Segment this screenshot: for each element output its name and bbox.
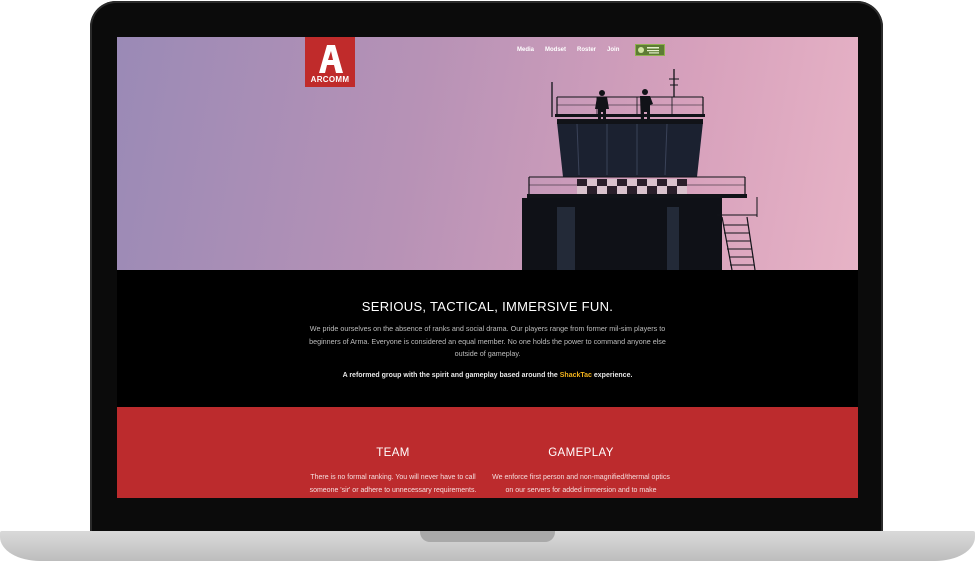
nav-item-modset[interactable]: Modset	[545, 45, 566, 57]
control-tower-silhouette	[522, 69, 758, 270]
laptop-notch	[420, 531, 555, 542]
steam-badge-graphic	[638, 47, 659, 54]
nav-item-join[interactable]: Join	[607, 45, 619, 57]
shacktac-link[interactable]: ShackTac	[560, 372, 592, 379]
hero-banner: ARCOMM Media Modset Roster Join	[117, 37, 858, 270]
intro-description: We pride ourselves on the absence of ran…	[309, 324, 666, 358]
arcomm-logo[interactable]: ARCOMM	[305, 37, 355, 87]
intro-section: SERIOUS, TACTICAL, IMMERSIVE FUN. We pri…	[117, 270, 858, 407]
feature-text: There is no formal ranking. You will nev…	[309, 474, 477, 494]
tagline-text-start: A reformed group with the spirit and gam…	[342, 372, 560, 379]
feature-text: We enforce first person and non-magnifie…	[492, 474, 670, 494]
intro-heading: SERIOUS, TACTICAL, IMMERSIVE FUN.	[361, 299, 614, 314]
tagline-text-end: experience.	[591, 372, 633, 379]
nav-item-roster[interactable]: Roster	[577, 45, 596, 57]
steam-icon[interactable]	[635, 44, 665, 56]
feature-title: TEAM	[376, 447, 410, 459]
feature-team: TEAM There is no formal ranking. You wil…	[303, 447, 483, 497]
features-section: TEAM There is no formal ranking. You wil…	[117, 407, 858, 498]
logo-text: ARCOMM	[310, 75, 350, 84]
website-screen: ARCOMM Media Modset Roster Join SERIOUS,…	[117, 37, 858, 498]
feature-title: GAMEPLAY	[548, 447, 614, 459]
intro-tagline: A reformed group with the spirit and gam…	[117, 372, 858, 379]
nav-item-media[interactable]: Media	[517, 45, 534, 57]
feature-gameplay: GAMEPLAY We enforce first person and non…	[491, 447, 671, 497]
logo-a-icon	[319, 45, 343, 73]
main-nav: Media Modset Roster Join	[517, 45, 630, 57]
